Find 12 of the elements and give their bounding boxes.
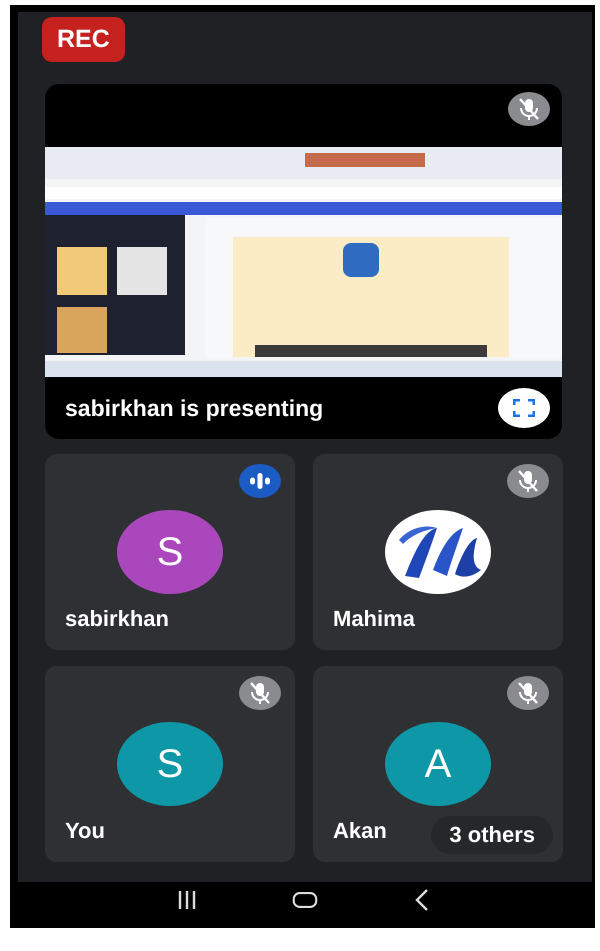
- avatar: S: [117, 510, 223, 594]
- avatar: S: [117, 722, 223, 806]
- recording-badge: REC: [42, 17, 125, 62]
- participant-name: Mahima: [333, 606, 415, 631]
- participant-name: You: [65, 818, 105, 843]
- presenter-caption: sabirkhan is presenting: [65, 394, 324, 422]
- fullscreen-icon: [513, 399, 535, 417]
- avatar: A: [385, 722, 491, 806]
- others-chip[interactable]: 3 others: [431, 816, 553, 854]
- fullscreen-button[interactable]: [498, 388, 550, 428]
- participant-name: Akan: [333, 818, 387, 843]
- participant-name: sabirkhan: [65, 606, 169, 631]
